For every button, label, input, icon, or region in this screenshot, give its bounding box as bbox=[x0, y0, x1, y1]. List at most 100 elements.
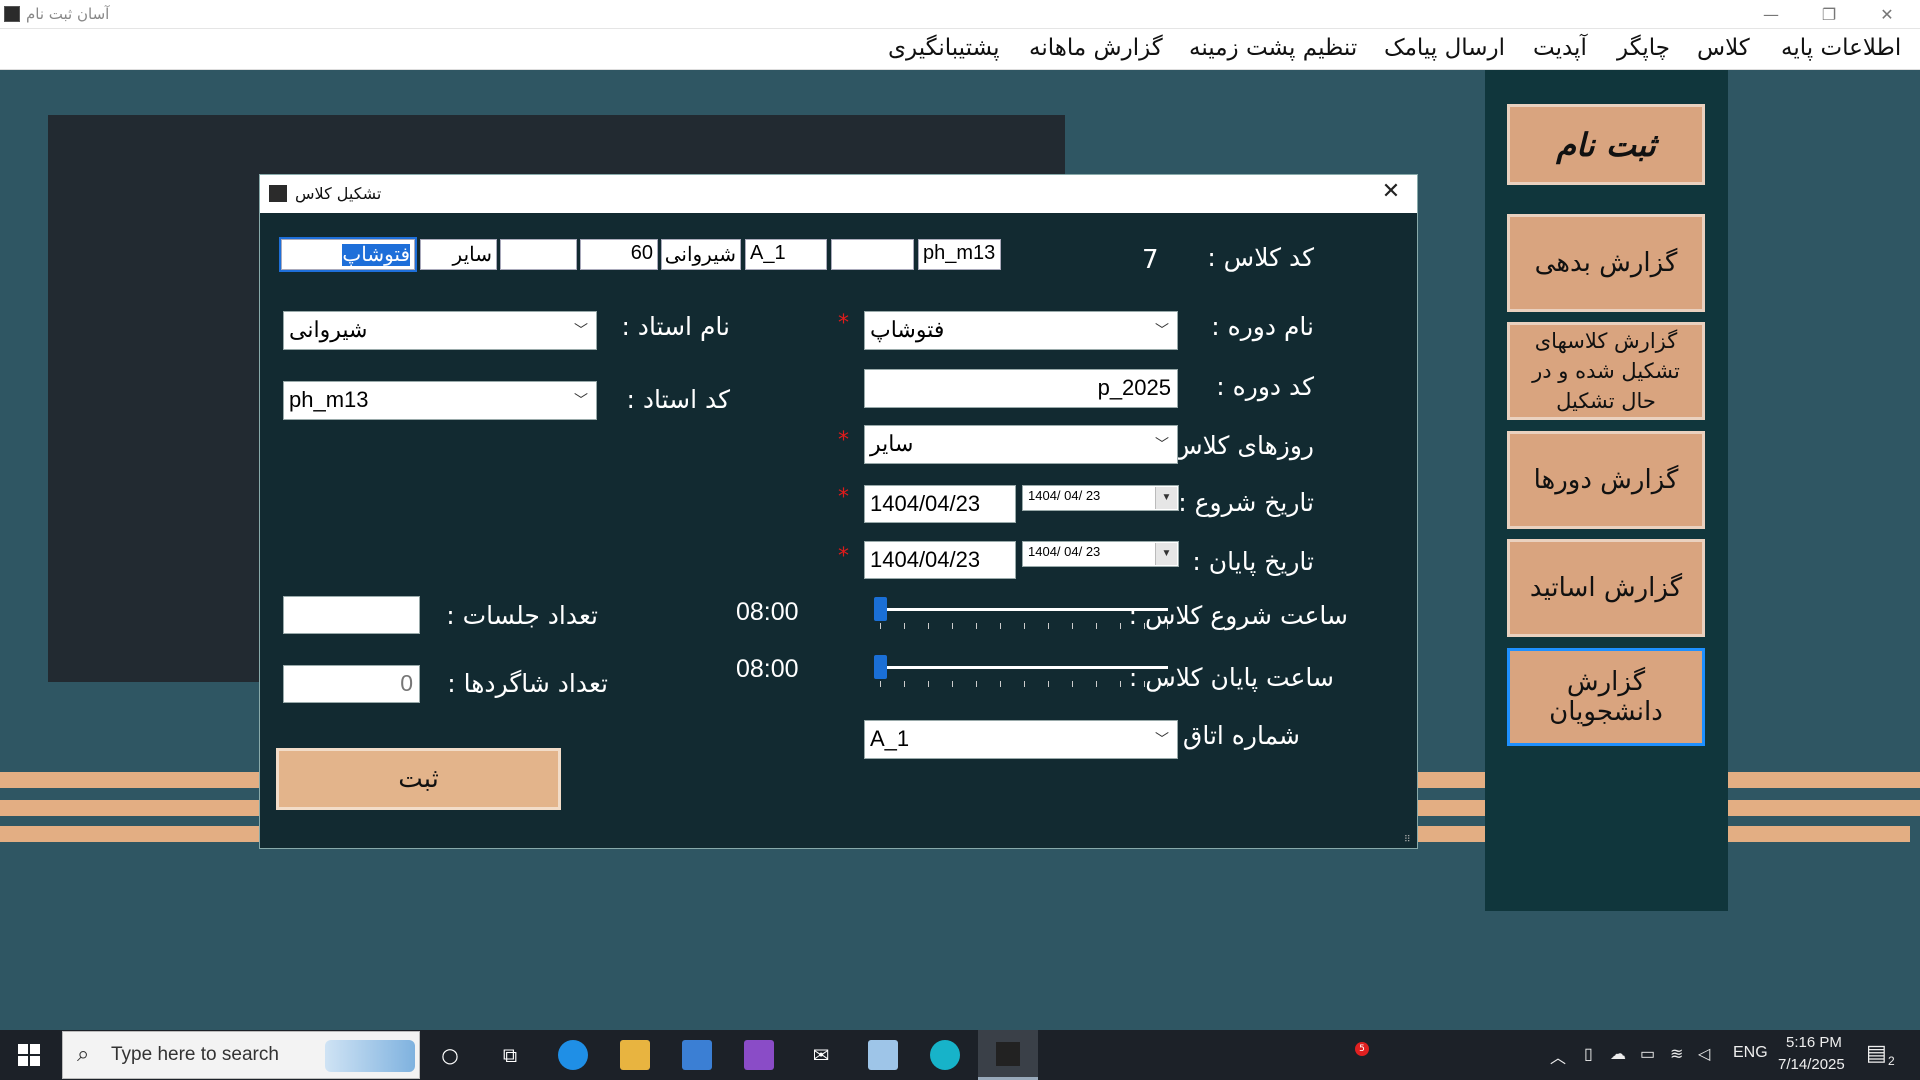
notifications-icon[interactable]: ▤ bbox=[1866, 1040, 1887, 1066]
sessions-label: تعداد جلسات : bbox=[446, 601, 598, 630]
dialog-app-icon bbox=[269, 185, 287, 202]
restore-button[interactable]: ❐ bbox=[1800, 0, 1858, 29]
app-icon bbox=[996, 1042, 1020, 1066]
edge-icon[interactable] bbox=[558, 1040, 588, 1070]
students-report-button[interactable]: گزارش دانشجویان bbox=[1507, 648, 1705, 746]
teachers-report-button[interactable]: گزارش اساتید bbox=[1507, 539, 1705, 637]
course-name-select[interactable]: فتوشاپ ﹀ bbox=[864, 311, 1178, 350]
wifi-icon[interactable]: ≋ bbox=[1670, 1044, 1683, 1064]
room-label: شماره اتاق : bbox=[1166, 721, 1300, 750]
taskbar-search[interactable]: ⌕ Type here to search bbox=[62, 1031, 420, 1079]
battery-icon[interactable]: ▭ bbox=[1640, 1044, 1655, 1064]
clock-date[interactable]: 7/14/2025 bbox=[1778, 1056, 1845, 1073]
slider-track bbox=[874, 666, 1168, 669]
end-date-label: تاریخ پایان : bbox=[1192, 547, 1314, 576]
class-formation-dialog: تشکیل کلاس ✕ فتوشاپ سایر 60 شیروانی A_1 … bbox=[260, 175, 1417, 848]
close-button[interactable]: ✕ bbox=[1858, 0, 1916, 29]
chevron-up-icon[interactable]: ︿ bbox=[1550, 1044, 1566, 1068]
cortana-icon[interactable]: ○ bbox=[435, 1040, 465, 1070]
file-explorer-icon[interactable] bbox=[620, 1040, 650, 1070]
dialog-close-button[interactable]: ✕ bbox=[1376, 179, 1406, 209]
end-date-field[interactable]: 1404/04/23 bbox=[864, 541, 1016, 579]
language-indicator[interactable]: ENG bbox=[1733, 1044, 1768, 1062]
teacher-name-select[interactable]: شیروانی ﹀ bbox=[283, 311, 597, 350]
app-title: آسان ثبت نام bbox=[26, 5, 110, 23]
course-code-value: p_2025 bbox=[1097, 375, 1171, 400]
search-highlight-image bbox=[325, 1040, 415, 1072]
slider-ticks bbox=[880, 623, 1168, 629]
end-date-picker[interactable]: 1404/ 04/ 23 ▼ bbox=[1022, 541, 1179, 567]
menu-monthly-report[interactable]: گزارش ماهانه bbox=[1029, 35, 1163, 61]
teacher-code-select[interactable]: ph_m13 ﹀ bbox=[283, 381, 597, 420]
visual-studio-icon[interactable] bbox=[744, 1040, 774, 1070]
chevron-down-icon: ﹀ bbox=[1155, 731, 1169, 747]
menu-basic-info[interactable]: اطلاعات پایه bbox=[1781, 35, 1901, 61]
summary-teacher-field[interactable]: شیروانی bbox=[661, 239, 741, 270]
cloud-icon[interactable]: ☁ bbox=[1610, 1044, 1626, 1064]
mail-icon[interactable]: ✉ bbox=[806, 1040, 836, 1070]
remote-desktop-icon[interactable] bbox=[868, 1040, 898, 1070]
summary-capacity-field[interactable]: 60 bbox=[580, 239, 658, 270]
start-date-field[interactable]: 1404/04/23 bbox=[864, 485, 1016, 523]
windows-icon bbox=[18, 1044, 40, 1066]
course-code-field[interactable]: p_2025 bbox=[864, 369, 1178, 408]
taskbar: ⌕ Type here to search ○ ⧉ ✉ 5 ︿ ▯ ☁ ▭ ≋ … bbox=[0, 1030, 1920, 1080]
end-time-slider[interactable] bbox=[874, 654, 1174, 690]
menu-backup[interactable]: پشتیبانگیری bbox=[888, 35, 1000, 61]
courses-report-button[interactable]: گزارش دورها bbox=[1507, 431, 1705, 529]
dialog-title-bar: تشکیل کلاس ✕ bbox=[260, 175, 1417, 213]
slider-track bbox=[874, 608, 1168, 611]
summary-course-field[interactable]: فتوشاپ bbox=[279, 237, 417, 272]
menu-send-sms[interactable]: ارسال پیامک bbox=[1384, 35, 1505, 61]
store-icon[interactable] bbox=[682, 1040, 712, 1070]
app-title-bar: آسان ثبت نام — ❐ ✕ bbox=[0, 0, 1920, 29]
minimize-button[interactable]: — bbox=[1742, 0, 1800, 29]
menu-background-settings[interactable]: تنظیم پشت زمینه bbox=[1189, 35, 1357, 61]
device-icon[interactable]: ▯ bbox=[1584, 1044, 1593, 1064]
sessions-field[interactable] bbox=[283, 596, 420, 634]
volume-icon[interactable]: ◁ bbox=[1698, 1044, 1710, 1064]
class-days-label: روزهای کلاس : bbox=[1155, 431, 1314, 460]
app-icon bbox=[4, 6, 20, 22]
teacher-name-label: نام استاد : bbox=[621, 312, 730, 341]
menu-update[interactable]: آپدیت bbox=[1533, 35, 1587, 61]
canva-icon[interactable] bbox=[930, 1040, 960, 1070]
task-view-icon[interactable]: ⧉ bbox=[495, 1040, 525, 1070]
room-select[interactable]: A_1 ﹀ bbox=[864, 720, 1178, 759]
resize-grip-icon[interactable]: ⠿ bbox=[1404, 835, 1414, 845]
summary-days-field[interactable]: سایر bbox=[420, 239, 497, 270]
menu-bar: اطلاعات پایه کلاس چاپگر آپدیت ارسال پیام… bbox=[0, 29, 1920, 70]
slider-thumb[interactable] bbox=[874, 597, 887, 621]
start-button[interactable] bbox=[0, 1030, 58, 1080]
start-date-label: تاریخ شروع : bbox=[1178, 488, 1314, 517]
course-code-label: کد دوره : bbox=[1216, 372, 1314, 401]
start-time-value: 08:00 bbox=[736, 598, 799, 626]
classes-report-button[interactable]: گزارش کلاسهای تشکیل شده و در حال تشکیل bbox=[1507, 322, 1705, 420]
students-label: تعداد شاگردها : bbox=[447, 669, 608, 698]
teacher-code-value: ph_m13 bbox=[289, 387, 369, 412]
chevron-down-icon: ﹀ bbox=[574, 322, 588, 338]
register-button[interactable]: ثبت نام bbox=[1507, 104, 1705, 185]
summary-room-field[interactable]: A_1 bbox=[745, 239, 827, 270]
summary-empty-field[interactable] bbox=[500, 239, 577, 270]
debt-report-button[interactable]: گزارش بدهی bbox=[1507, 214, 1705, 312]
class-days-select[interactable]: سایر ﹀ bbox=[864, 425, 1178, 464]
summary-empty-field-2[interactable] bbox=[831, 239, 914, 270]
submit-button[interactable]: ثبت bbox=[276, 748, 561, 810]
students-field[interactable]: 0 bbox=[283, 665, 420, 703]
app-taskbar-button[interactable] bbox=[978, 1030, 1038, 1080]
start-time-slider[interactable] bbox=[874, 596, 1174, 632]
menu-printer[interactable]: چاپگر bbox=[1617, 35, 1670, 61]
teacher-name-value: شیروانی bbox=[289, 317, 368, 342]
clock-time[interactable]: 5:16 PM bbox=[1786, 1034, 1842, 1051]
chevron-down-icon: ▼ bbox=[1155, 487, 1177, 509]
search-placeholder: Type here to search bbox=[111, 1044, 279, 1065]
dialog-title: تشکیل کلاس bbox=[295, 184, 382, 203]
class-days-value: سایر bbox=[870, 431, 914, 456]
slider-thumb[interactable] bbox=[874, 655, 887, 679]
class-code-value: 7 bbox=[1142, 245, 1159, 275]
summary-teacher-code-field[interactable]: ph_m13 bbox=[918, 239, 1001, 270]
start-date-picker[interactable]: 1404/ 04/ 23 ▼ bbox=[1022, 485, 1179, 511]
menu-class[interactable]: کلاس bbox=[1697, 35, 1750, 61]
end-time-value: 08:00 bbox=[736, 655, 799, 683]
